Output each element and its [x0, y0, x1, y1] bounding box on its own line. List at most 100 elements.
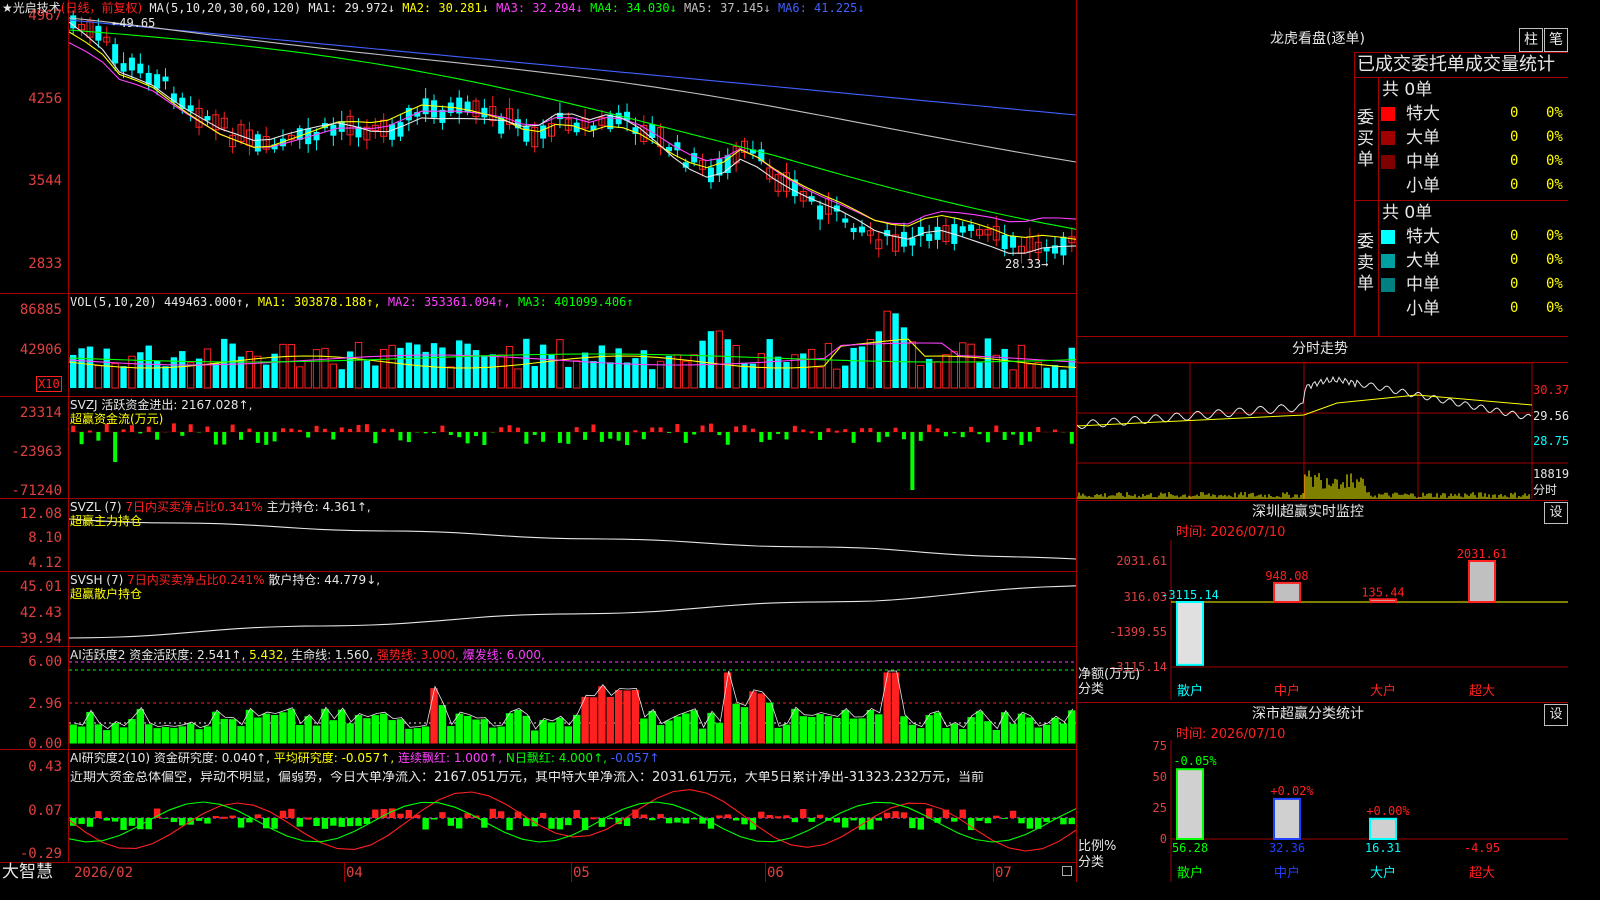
volume-bar	[925, 358, 933, 388]
activity-bar	[623, 690, 631, 744]
flow-bar	[868, 428, 873, 432]
flow-bar	[532, 432, 537, 435]
volume-bar	[783, 362, 790, 388]
research-bar	[338, 818, 345, 827]
volume-bar	[900, 327, 908, 388]
research-bar	[892, 811, 899, 818]
pen-mode-button[interactable]: 笔	[1544, 28, 1568, 52]
vol-values: 449463.000↑, MA1: 303878.188↑, MA2: 3533…	[164, 295, 634, 309]
volume-bar	[908, 341, 917, 389]
flow-bar	[767, 432, 772, 440]
order-size-label: 大单	[1406, 128, 1440, 148]
indicator-value: AI活跃度2 资金活跃度: 2.541↑,	[70, 648, 250, 662]
flow-bar	[784, 432, 789, 440]
research-bar	[1026, 818, 1034, 829]
activity-bar	[690, 710, 698, 744]
low-price-label: 28.33→	[1005, 257, 1049, 271]
activity-bar	[396, 719, 405, 744]
activity-bar	[606, 696, 614, 744]
activity-bar	[497, 726, 505, 744]
flow-bar	[1002, 432, 1007, 440]
volume-bar	[287, 344, 296, 389]
ai-active-panel[interactable]	[69, 647, 1076, 749]
flow-bar	[515, 427, 520, 432]
candle	[389, 124, 396, 140]
activity-bar	[1026, 717, 1034, 744]
volume-bar	[86, 346, 94, 388]
flow-bar	[557, 432, 562, 443]
activity-bar	[883, 672, 891, 744]
order-size-label: 特大	[1406, 104, 1440, 124]
x-label: 06	[767, 865, 784, 881]
bar-value-label: 135.44	[1361, 585, 1404, 599]
legend-swatch	[1381, 254, 1395, 268]
activity-bar	[363, 718, 371, 744]
flow-bar	[792, 425, 797, 432]
sz-monitor-xlabel: 分类	[1078, 682, 1105, 697]
ai-research-panel[interactable]	[69, 750, 1076, 862]
research-bar	[254, 814, 262, 818]
flow-bar	[381, 428, 386, 432]
volume-bar	[254, 355, 262, 389]
volume-bar	[607, 362, 614, 388]
candle	[397, 122, 404, 137]
svzj-panel[interactable]	[69, 397, 1076, 498]
svsh-title: SVSH (7)	[70, 573, 124, 587]
indicator-value: -0.057↑	[610, 751, 660, 765]
sz-monitor-panel[interactable]: 2031.61 316.03 -1399.55 -3115.14 -3115.14 散户 9…	[1077, 540, 1568, 700]
flow-bar	[255, 432, 260, 443]
y-tick-label: 0	[1160, 832, 1167, 846]
flow-bar	[247, 428, 252, 432]
intraday-panel[interactable]	[1077, 363, 1568, 499]
activity-bar	[69, 724, 77, 744]
y-label: -23963	[11, 444, 62, 460]
flow-bar	[750, 428, 755, 432]
activity-bar	[279, 712, 287, 744]
activity-bar	[648, 710, 656, 744]
flow-bar	[188, 424, 193, 432]
flow-bar	[364, 424, 369, 432]
sz-monitor-ylabel: 净额(万元)	[1078, 667, 1141, 682]
order-percent: 0%	[1546, 276, 1563, 292]
volume-panel[interactable]	[69, 294, 1076, 396]
candle	[481, 107, 488, 118]
lock-icon[interactable]	[1062, 866, 1072, 876]
activity-bar	[1017, 713, 1026, 744]
research-bar	[623, 818, 631, 826]
flow-bar	[1468, 560, 1496, 603]
research-bar	[456, 818, 463, 829]
activity-bar	[992, 729, 1000, 744]
activity-bar	[296, 725, 304, 744]
indicator-value: MA3: 401099.406↑	[517, 295, 634, 309]
volume-bar	[321, 347, 329, 389]
flow-bar	[675, 424, 680, 432]
research-bar	[422, 818, 429, 830]
sz-monitor-settings-button[interactable]: 设	[1544, 502, 1568, 524]
order-size-label: 中单	[1406, 152, 1440, 172]
indicator-value: MA3: 32.294↓	[496, 1, 591, 15]
sz-class-settings-button[interactable]: 设	[1544, 704, 1568, 726]
volume-bar	[892, 313, 899, 388]
research-bar	[657, 814, 664, 818]
volume-bar	[145, 345, 152, 388]
flow-bar	[683, 432, 688, 443]
candlestick-panel[interactable]	[69, 0, 1076, 293]
volume-bar	[456, 340, 463, 388]
activity-bar	[287, 709, 296, 744]
sz-class-panel[interactable]: 75 50 25 0 -0.05% 56.28 散户 +0.02% 32.36 中户 +0.00% 1…	[1077, 740, 1568, 882]
activity-bar	[614, 690, 623, 744]
flow-bar	[599, 432, 604, 442]
activity-bar	[564, 726, 573, 744]
volume-bar	[850, 347, 857, 388]
bar-mode-button[interactable]: 柱	[1519, 28, 1543, 52]
research-bar	[573, 810, 580, 818]
volume-bar	[304, 360, 312, 389]
flow-bar	[482, 432, 487, 445]
svzj-subtitle: 超赢资金流(万元)	[70, 412, 164, 426]
research-bar	[867, 818, 874, 830]
volume-bar	[338, 369, 345, 388]
volume-bar	[1001, 348, 1008, 388]
flow-bar	[910, 432, 915, 490]
research-bar	[506, 818, 513, 831]
candle	[934, 226, 941, 240]
